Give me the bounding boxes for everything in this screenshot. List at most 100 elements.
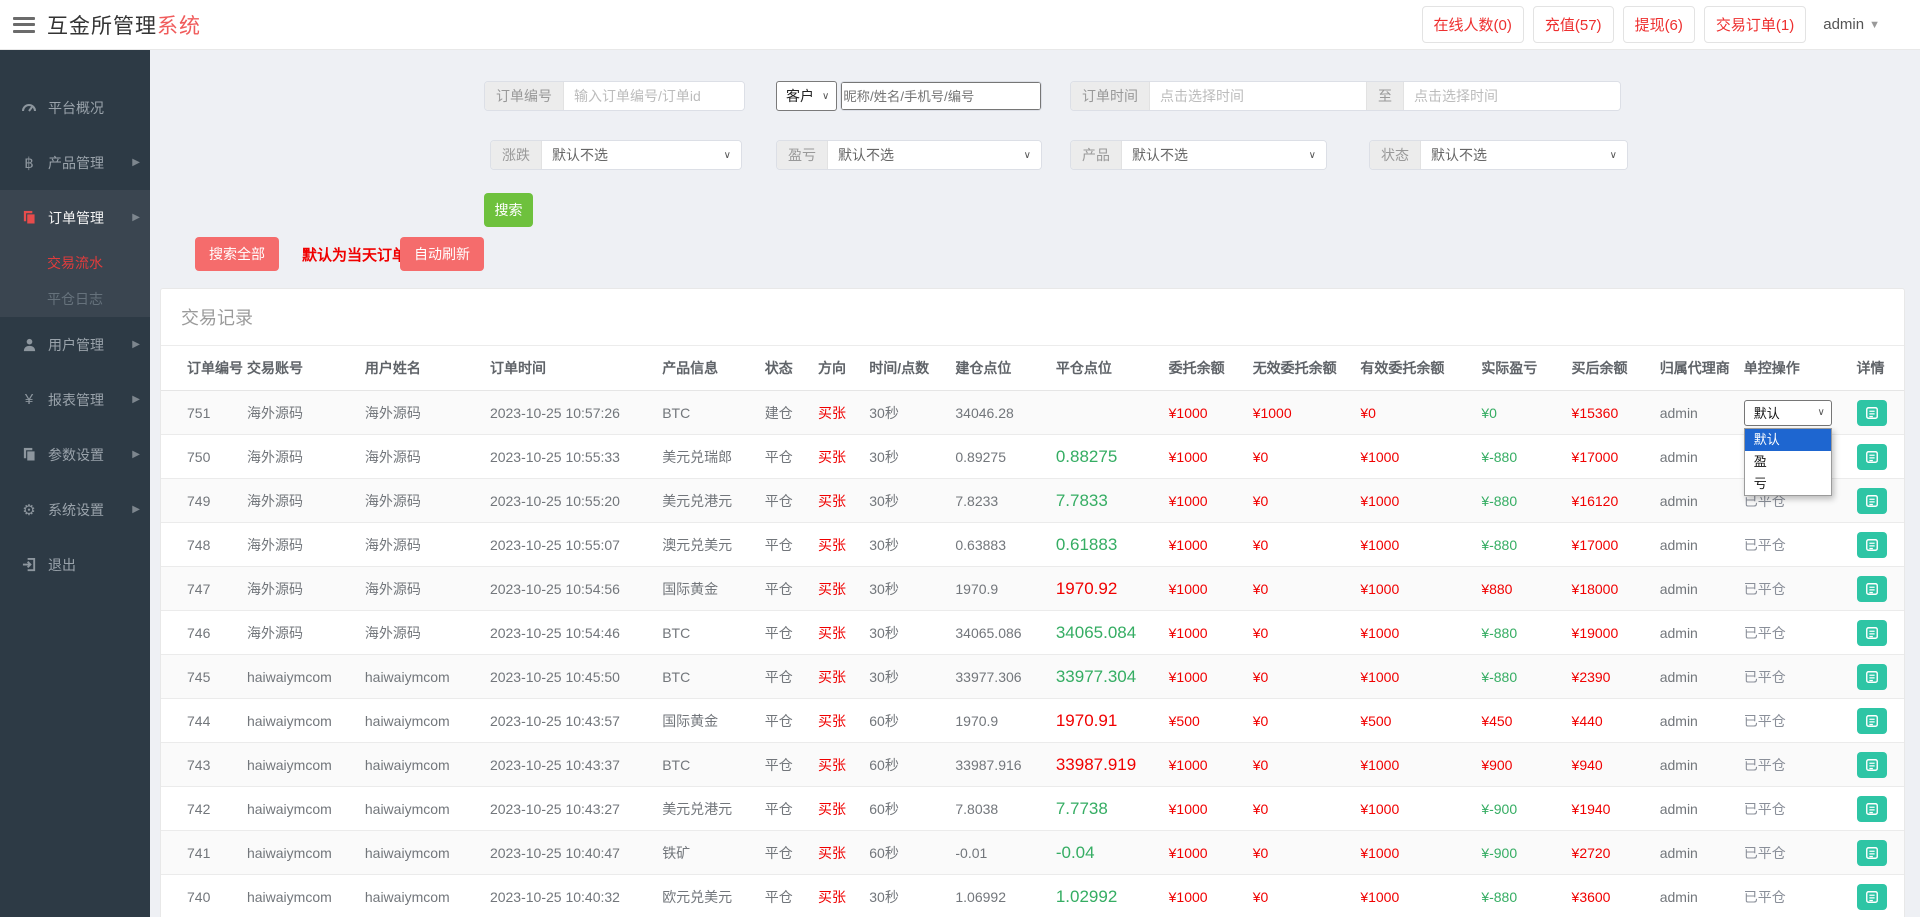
cell-agent: admin xyxy=(1654,523,1738,567)
sidebar-item-label: 平台概况 xyxy=(48,98,104,118)
search-button[interactable]: 搜索 xyxy=(484,193,533,227)
time-to-input[interactable] xyxy=(1404,82,1620,110)
detail-button[interactable] xyxy=(1857,532,1887,558)
cell-entrust-balance: ¥1000 xyxy=(1163,523,1247,567)
cell-username: 海外源码 xyxy=(359,391,484,435)
sidebar-subitem-trade-flow[interactable]: 交易流水 xyxy=(0,245,150,281)
time-from-input[interactable] xyxy=(1150,82,1366,110)
detail-icon xyxy=(1865,406,1879,420)
app-title-black: 互金所管理 xyxy=(47,15,157,38)
cell-open-point: 34065.086 xyxy=(949,611,1049,655)
control-option[interactable]: 盈 xyxy=(1745,451,1831,473)
cell-product: 国际黄金 xyxy=(656,567,759,611)
cell-valid-entrust: ¥1000 xyxy=(1354,787,1475,831)
trade-orders-button[interactable]: 交易订单(1) xyxy=(1704,6,1806,43)
detail-button[interactable] xyxy=(1857,576,1887,602)
logout-icon xyxy=(20,557,38,572)
detail-button[interactable] xyxy=(1857,884,1887,910)
cell-order-id: 740 xyxy=(161,875,241,917)
control-status-text: 已平仓 xyxy=(1744,537,1786,553)
auto-refresh-button[interactable]: 自动刷新 xyxy=(400,237,484,271)
cell-actual-profit: ¥-900 xyxy=(1475,787,1565,831)
cell-agent: admin xyxy=(1654,567,1738,611)
cell-order-time: 2023-10-25 10:40:47 xyxy=(484,831,656,875)
search-all-button[interactable]: 搜索全部 xyxy=(195,237,279,271)
cell-order-id: 746 xyxy=(161,611,241,655)
col-order-time: 订单时间 xyxy=(484,346,656,391)
control-select[interactable]: 默认 ∨ xyxy=(1744,400,1832,426)
status-filter-group: 状态 默认不选 ∨ xyxy=(1369,140,1628,170)
updown-select[interactable]: 默认不选 ∨ xyxy=(542,141,741,169)
detail-button[interactable] xyxy=(1857,796,1887,822)
cell-control: 已平仓 xyxy=(1738,787,1851,831)
detail-icon xyxy=(1865,802,1879,816)
sidebar-item-product-management[interactable]: ฿ 产品管理 ▶ xyxy=(0,135,150,190)
table-row: 749海外源码海外源码2023-10-25 10:55:20美元兑港元平仓买张3… xyxy=(161,479,1904,523)
cell-control: 已平仓 xyxy=(1738,743,1851,787)
chevron-down-icon: ▼ xyxy=(1869,19,1880,31)
cell-order-id: 748 xyxy=(161,523,241,567)
sidebar-item-order-management[interactable]: 订单管理 ▶ xyxy=(0,190,150,245)
sidebar-item-user-management[interactable]: 用户管理 ▶ xyxy=(0,317,150,372)
cell-actual-profit: ¥-880 xyxy=(1475,435,1565,479)
order-no-input[interactable] xyxy=(564,82,744,110)
cell-invalid-entrust: ¥0 xyxy=(1247,523,1355,567)
updown-filter-group: 涨跌 默认不选 ∨ xyxy=(490,140,742,170)
cell-control: 已平仓 xyxy=(1738,655,1851,699)
sidebar-item-platform-overview[interactable]: 平台概况 xyxy=(0,80,150,135)
detail-button[interactable] xyxy=(1857,400,1887,426)
gear-icon: ⚙ xyxy=(20,501,38,519)
online-users-button[interactable]: 在线人数(0) xyxy=(1422,6,1524,43)
updown-select-value: 默认不选 xyxy=(552,145,608,165)
cell-direction: 买张 xyxy=(812,699,863,743)
detail-button[interactable] xyxy=(1857,752,1887,778)
cell-direction: 买张 xyxy=(812,831,863,875)
detail-button[interactable] xyxy=(1857,708,1887,734)
control-option[interactable]: 亏 xyxy=(1745,473,1831,495)
sidebar-item-logout[interactable]: 退出 xyxy=(0,537,150,592)
cell-status: 平仓 xyxy=(759,611,812,655)
detail-button[interactable] xyxy=(1857,840,1887,866)
orders-icon xyxy=(20,210,38,225)
menu-toggle-icon[interactable] xyxy=(13,17,35,33)
dashboard-icon xyxy=(20,100,38,116)
cell-after-balance: ¥1940 xyxy=(1566,787,1654,831)
admin-username: admin xyxy=(1823,16,1864,33)
profit-select[interactable]: 默认不选 ∨ xyxy=(828,141,1041,169)
cell-valid-entrust: ¥500 xyxy=(1354,699,1475,743)
recharge-button[interactable]: 充值(57) xyxy=(1533,6,1614,43)
detail-button[interactable] xyxy=(1857,620,1887,646)
sidebar-subitem-close-log[interactable]: 平仓日志 xyxy=(0,281,150,317)
product-select[interactable]: 默认不选 ∨ xyxy=(1122,141,1326,169)
customer-filter-group: 客户 ∨ xyxy=(776,81,1042,111)
cell-invalid-entrust: ¥1000 xyxy=(1247,391,1355,435)
cell-entrust-balance: ¥1000 xyxy=(1163,655,1247,699)
product-label: 产品 xyxy=(1071,141,1122,169)
cell-order-time: 2023-10-25 10:55:07 xyxy=(484,523,656,567)
customer-type-select[interactable]: 客户 ∨ xyxy=(776,81,837,111)
trade-records-panel: 交易记录 订单编号 交易账号 用户姓名 订单时间 产品信息 状态 方向 时间/点 xyxy=(160,288,1905,917)
withdraw-button[interactable]: 提现(6) xyxy=(1623,6,1695,43)
cell-close-point: 0.88275 xyxy=(1050,435,1163,479)
control-option[interactable]: 默认 xyxy=(1745,429,1831,451)
sidebar-item-report-management[interactable]: ¥ 报表管理 ▶ xyxy=(0,372,150,427)
detail-button[interactable] xyxy=(1857,664,1887,690)
cell-actual-profit: ¥-880 xyxy=(1475,523,1565,567)
cell-actual-profit: ¥450 xyxy=(1475,699,1565,743)
profit-select-value: 默认不选 xyxy=(838,145,894,165)
cell-account: 海外源码 xyxy=(241,435,359,479)
cell-account: 海外源码 xyxy=(241,611,359,655)
sidebar-item-parameter-settings[interactable]: 参数设置 ▶ xyxy=(0,427,150,482)
detail-button[interactable] xyxy=(1857,488,1887,514)
customer-search-input[interactable] xyxy=(841,82,1041,110)
sidebar-item-system-settings[interactable]: ⚙ 系统设置 ▶ xyxy=(0,482,150,537)
user-icon xyxy=(20,337,38,352)
detail-button[interactable] xyxy=(1857,444,1887,470)
detail-icon xyxy=(1865,670,1879,684)
admin-menu[interactable]: admin ▼ xyxy=(1823,16,1880,33)
status-select[interactable]: 默认不选 ∨ xyxy=(1421,141,1627,169)
control-status-text: 已平仓 xyxy=(1744,889,1786,905)
cell-control: 已平仓 xyxy=(1738,831,1851,875)
cell-direction: 买张 xyxy=(812,567,863,611)
cell-direction: 买张 xyxy=(812,787,863,831)
